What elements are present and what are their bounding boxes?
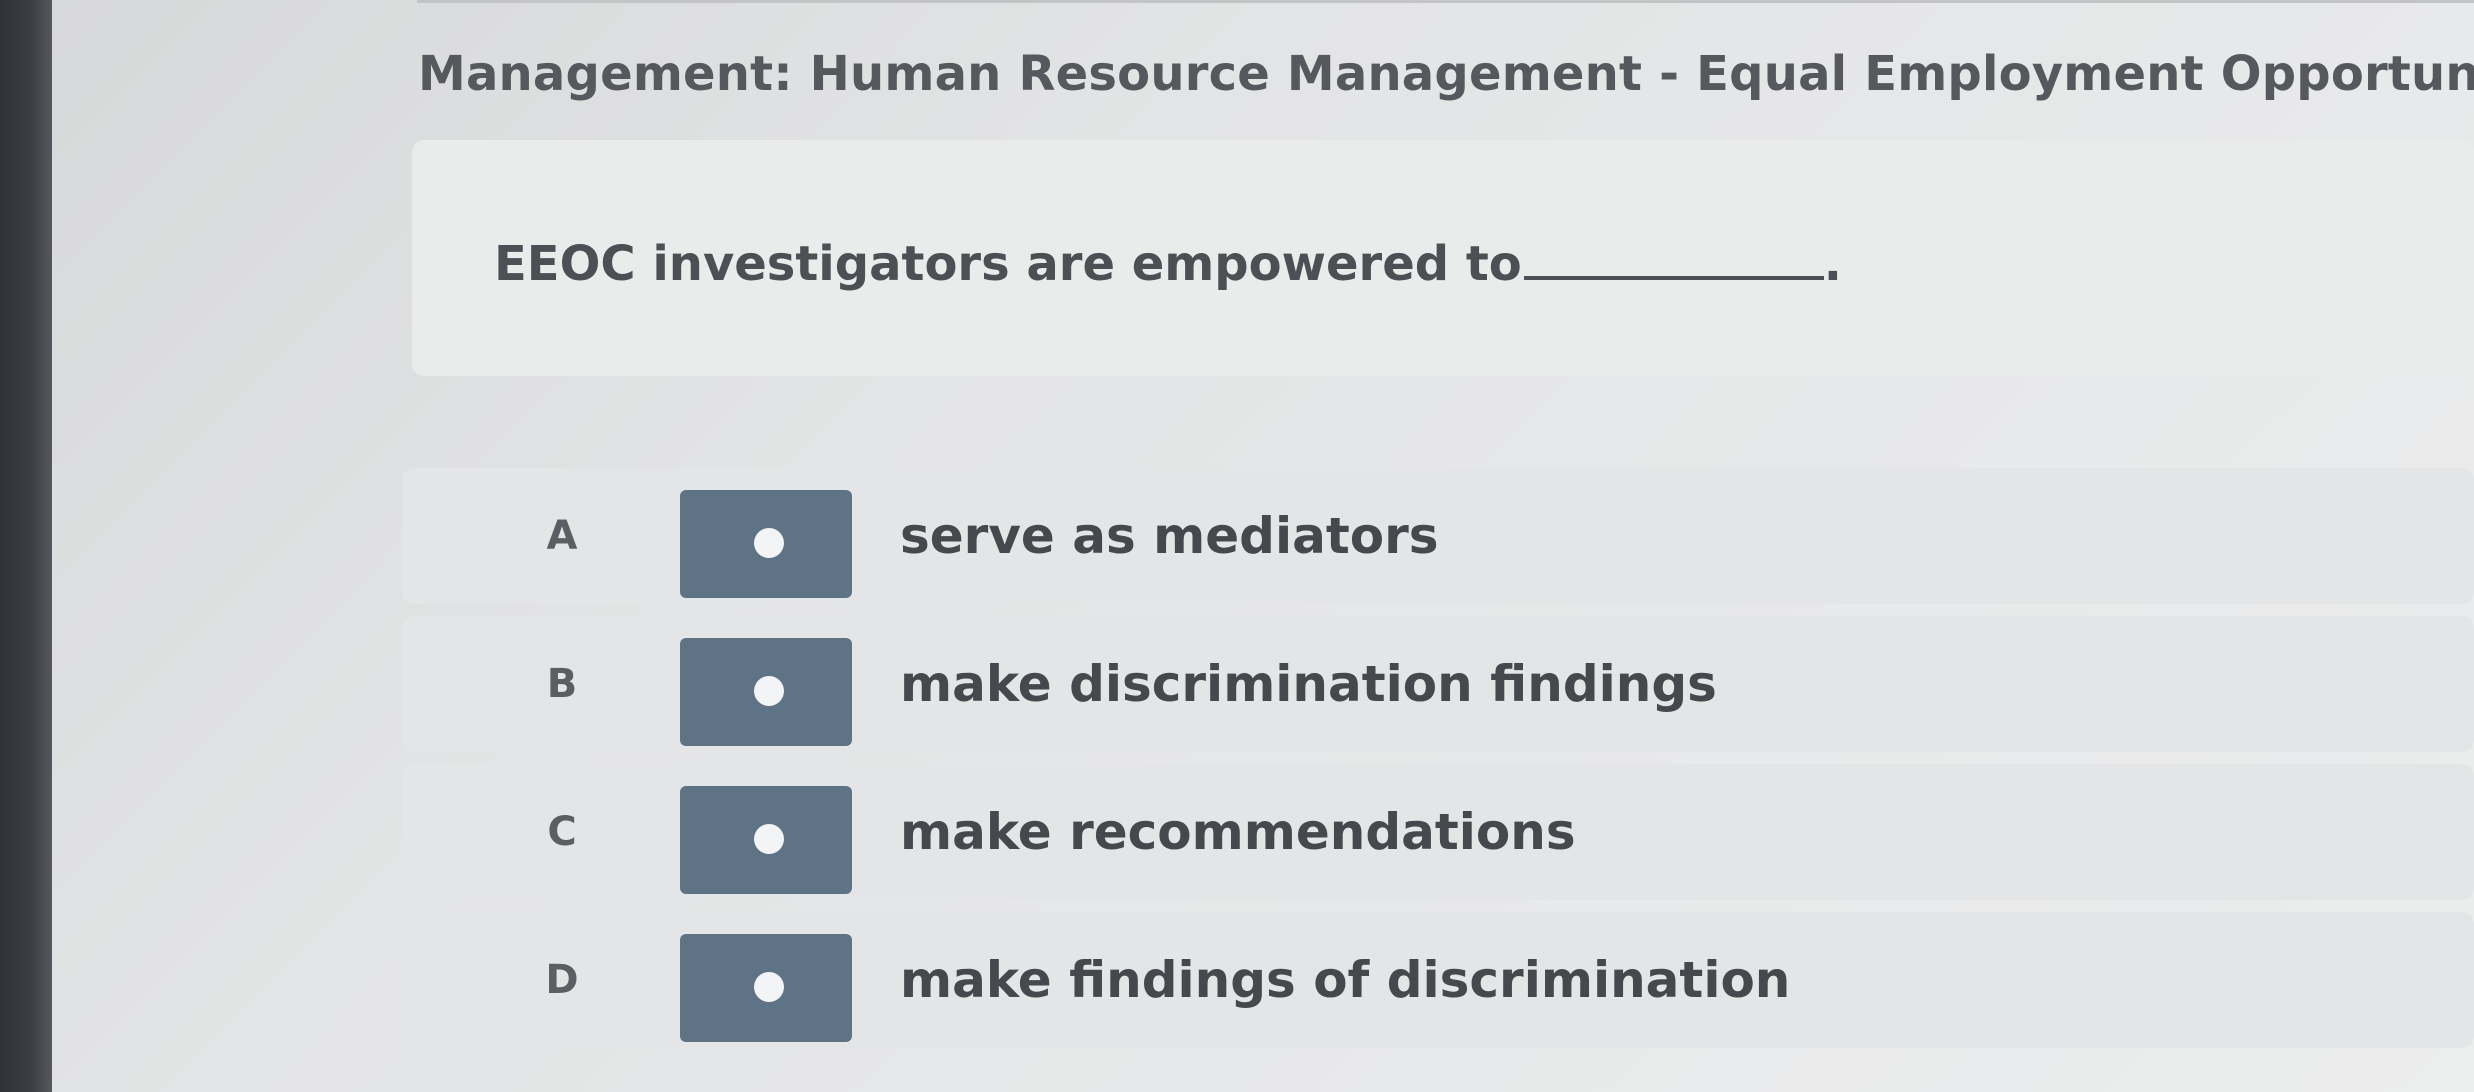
- radio-dot-icon: [754, 528, 784, 558]
- radio-dot-icon: [754, 824, 784, 854]
- option-label: make findings of discrimination: [900, 951, 1791, 1009]
- screen-bezel: [0, 0, 52, 1092]
- answer-blank: [1523, 276, 1824, 280]
- option-a-button[interactable]: [680, 490, 852, 598]
- option-d-button[interactable]: [680, 934, 852, 1042]
- question-text: EEOC investigators are empowered to.: [494, 236, 1842, 292]
- question-prompt: EEOC investigators are empowered to: [494, 236, 1522, 292]
- option-b[interactable]: B make discrimination findings: [402, 616, 2474, 752]
- option-c-button[interactable]: [680, 786, 852, 894]
- question-panel: EEOC investigators are empowered to.: [412, 140, 2474, 376]
- radio-dot-icon: [754, 676, 784, 706]
- option-label: make discrimination findings: [900, 655, 1717, 713]
- option-d[interactable]: D make findings of discrimination: [402, 912, 2474, 1048]
- option-letter: B: [546, 661, 578, 707]
- question-period: .: [1823, 236, 1842, 292]
- option-letter: C: [547, 809, 577, 855]
- option-label: make recommendations: [900, 803, 1576, 861]
- option-a[interactable]: A serve as mediators: [402, 468, 2474, 604]
- radio-dot-icon: [754, 972, 784, 1002]
- option-c[interactable]: C make recommendations: [402, 764, 2474, 900]
- page-title: Management: Human Resource Management - …: [418, 46, 2474, 102]
- answer-options: A serve as mediators B make discriminati…: [402, 468, 2474, 1060]
- option-b-button[interactable]: [680, 638, 852, 746]
- quiz-page: Management: Human Resource Management - …: [52, 0, 2474, 1092]
- option-letter: A: [546, 513, 578, 559]
- top-divider: [417, 0, 2474, 3]
- option-label: serve as mediators: [900, 507, 1439, 565]
- option-letter: D: [545, 957, 579, 1003]
